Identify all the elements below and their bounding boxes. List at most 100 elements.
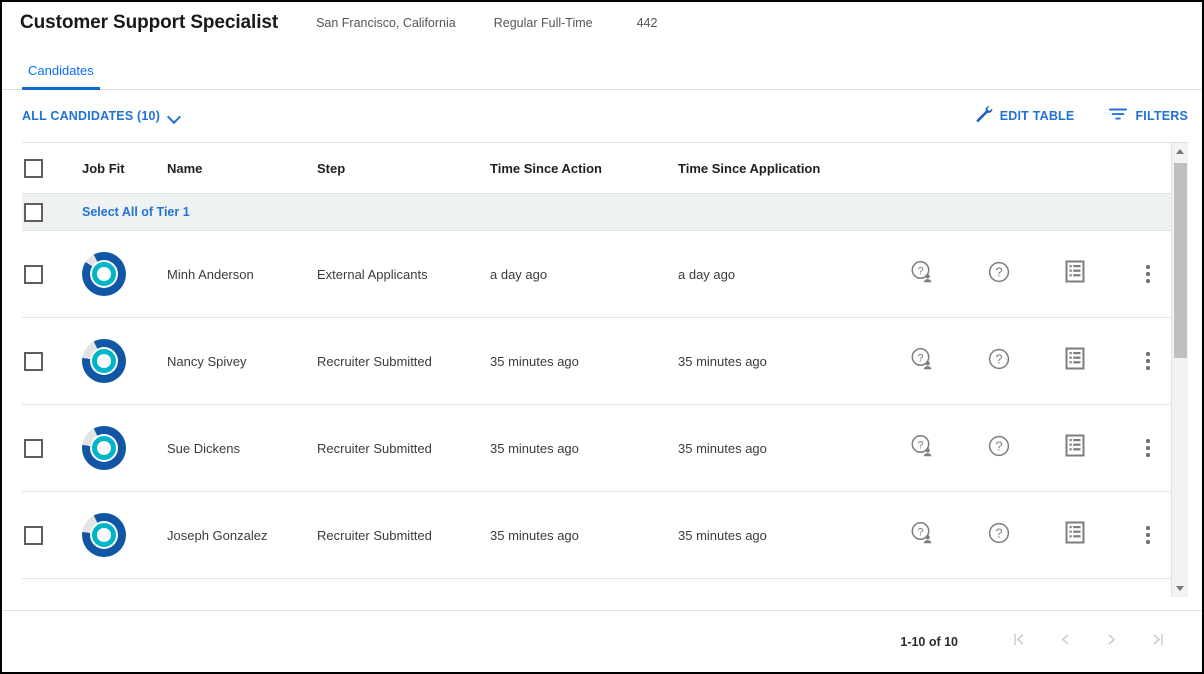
candidate-step: External Applicants	[317, 266, 428, 282]
row-select-cell	[22, 264, 82, 284]
svg-text:?: ?	[917, 526, 923, 538]
row-checkbox[interactable]	[24, 438, 43, 458]
job-fit-donut[interactable]	[82, 513, 126, 557]
employment-type: Regular Full-Time	[493, 16, 593, 30]
next-page-button[interactable]	[1088, 627, 1134, 657]
last-page-button[interactable]	[1134, 627, 1180, 657]
column-header-job-fit[interactable]: Job Fit	[82, 161, 167, 176]
job-fit-donut[interactable]	[82, 339, 126, 383]
row-action-3[interactable]	[1037, 521, 1113, 549]
row-select-cell	[22, 351, 82, 371]
candidate-name[interactable]: Joseph Gonzalez	[167, 528, 317, 543]
scroll-down-arrow[interactable]	[1172, 580, 1188, 597]
time-since-action: 35 minutes ago	[490, 353, 579, 369]
column-header-step[interactable]: Step	[317, 161, 490, 176]
candidate-step: Recruiter Submitted	[317, 527, 432, 543]
row-checkbox[interactable]	[24, 264, 43, 284]
row-action-1[interactable]: ?	[883, 520, 961, 551]
table-vertical-scrollbar[interactable]	[1171, 143, 1188, 597]
first-page-icon	[1011, 631, 1028, 653]
chevron-down-icon	[168, 110, 181, 123]
candidate-name[interactable]: Nancy Spivey	[167, 354, 317, 369]
row-select-cell	[22, 525, 82, 545]
tier-group-row: Select All of Tier 1	[22, 193, 1188, 231]
candidate-list-page: Customer Support Specialist San Francisc…	[0, 0, 1204, 674]
row-checkbox[interactable]	[24, 525, 43, 545]
requisition-id: 442	[636, 16, 658, 30]
scrollbar-thumb[interactable]	[1174, 163, 1187, 358]
column-header-name[interactable]: Name	[167, 161, 317, 176]
row-action-3[interactable]	[1037, 260, 1113, 288]
question-circle-icon[interactable]: ?	[986, 433, 1012, 464]
row-action-2[interactable]: ?	[961, 433, 1037, 464]
select-tier-cell	[22, 202, 82, 222]
job-fit-donut[interactable]	[82, 252, 126, 296]
time-since-application: 35 minutes ago	[678, 353, 767, 369]
table-body: Minh Anderson External Applicants a day …	[22, 231, 1188, 579]
column-header-time-since-application[interactable]: Time Since Application	[678, 161, 883, 176]
first-page-button[interactable]	[996, 627, 1042, 657]
job-fit-cell	[82, 513, 167, 557]
svg-text:?: ?	[917, 439, 923, 451]
job-location: San Francisco, California	[316, 16, 456, 30]
filters-button[interactable]: FILTERS	[1108, 105, 1188, 128]
more-options-icon[interactable]	[1139, 524, 1157, 546]
question-person-icon[interactable]: ?	[909, 433, 935, 464]
time-since-application: 35 minutes ago	[678, 440, 767, 456]
question-person-icon[interactable]: ?	[909, 520, 935, 551]
more-options-icon[interactable]	[1139, 350, 1157, 372]
pagination-bar: 1-10 of 10	[2, 610, 1202, 672]
row-action-3[interactable]	[1037, 347, 1113, 375]
row-checkbox[interactable]	[24, 351, 43, 371]
pagination-range-label: 1-10 of 10	[900, 634, 958, 649]
select-all-tier-1-label[interactable]: Select All of Tier 1	[82, 205, 190, 219]
all-candidates-dropdown[interactable]: ALL CANDIDATES (10)	[22, 109, 181, 123]
tab-candidates-label: Candidates	[28, 63, 94, 78]
previous-page-icon	[1057, 631, 1074, 653]
candidate-step: Recruiter Submitted	[317, 353, 432, 369]
row-select-cell	[22, 438, 82, 458]
question-circle-icon[interactable]: ?	[986, 346, 1012, 377]
document-list-icon[interactable]	[1064, 521, 1086, 549]
document-list-icon[interactable]	[1064, 434, 1086, 462]
previous-page-button[interactable]	[1042, 627, 1088, 657]
edit-table-label: EDIT TABLE	[999, 109, 1075, 123]
time-since-application: 35 minutes ago	[678, 527, 767, 543]
question-circle-icon[interactable]: ?	[986, 259, 1012, 290]
edit-table-button[interactable]: EDIT TABLE	[974, 104, 1075, 128]
time-since-application: a day ago	[678, 266, 736, 282]
select-all-cell	[22, 158, 82, 178]
table-toolbar: ALL CANDIDATES (10) EDIT TABLE FILTERS	[2, 90, 1202, 142]
question-circle-icon[interactable]: ?	[986, 520, 1012, 551]
all-candidates-label: ALL CANDIDATES (10)	[22, 109, 161, 123]
question-person-icon[interactable]: ?	[909, 259, 935, 290]
candidate-name[interactable]: Minh Anderson	[167, 267, 317, 282]
more-options-icon[interactable]	[1139, 263, 1157, 285]
candidate-name[interactable]: Sue Dickens	[167, 441, 317, 456]
table-row[interactable]: Nancy Spivey Recruiter Submitted 35 minu…	[22, 318, 1188, 405]
more-options-icon[interactable]	[1139, 437, 1157, 459]
select-all-tier-1-checkbox[interactable]	[24, 202, 43, 222]
select-all-checkbox[interactable]	[24, 158, 43, 178]
question-person-icon[interactable]: ?	[909, 346, 935, 377]
filter-icon	[1108, 105, 1128, 128]
table-row[interactable]: Joseph Gonzalez Recruiter Submitted 35 m…	[22, 492, 1188, 579]
row-action-2[interactable]: ?	[961, 520, 1037, 551]
job-fit-donut[interactable]	[82, 426, 126, 470]
row-action-2[interactable]: ?	[961, 346, 1037, 377]
svg-text:?: ?	[995, 525, 1002, 540]
row-action-1[interactable]: ?	[883, 346, 961, 377]
row-action-2[interactable]: ?	[961, 259, 1037, 290]
tab-bar: Candidates	[2, 44, 1202, 90]
table-row[interactable]: Sue Dickens Recruiter Submitted 35 minut…	[22, 405, 1188, 492]
row-action-1[interactable]: ?	[883, 259, 961, 290]
column-header-time-since-action[interactable]: Time Since Action	[490, 161, 678, 176]
row-action-3[interactable]	[1037, 434, 1113, 462]
document-list-icon[interactable]	[1064, 260, 1086, 288]
tab-candidates[interactable]: Candidates	[22, 63, 100, 90]
table-header-row: Job Fit Name Step Time Since Action Time…	[22, 143, 1188, 193]
document-list-icon[interactable]	[1064, 347, 1086, 375]
scroll-up-arrow[interactable]	[1172, 143, 1188, 160]
row-action-1[interactable]: ?	[883, 433, 961, 464]
table-row[interactable]: Minh Anderson External Applicants a day …	[22, 231, 1188, 318]
